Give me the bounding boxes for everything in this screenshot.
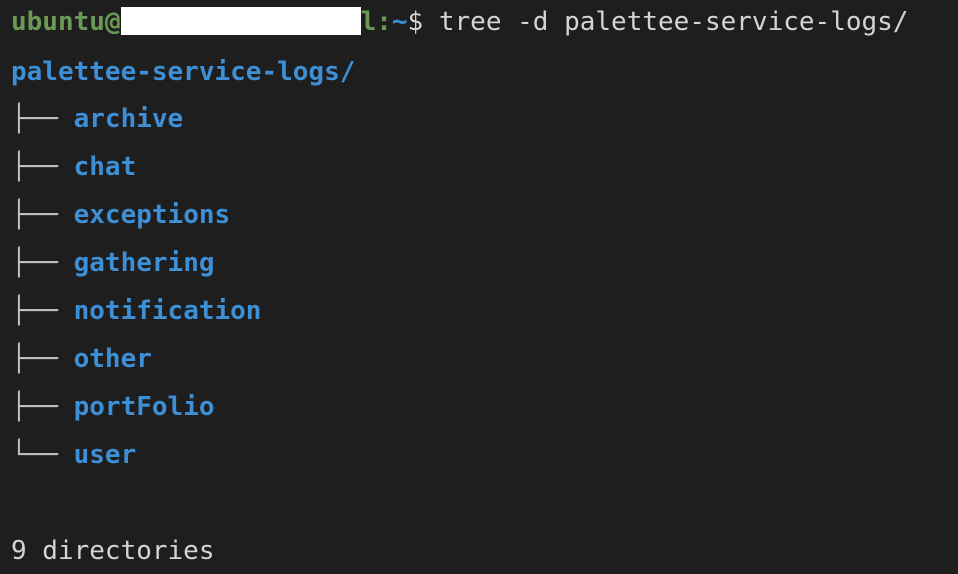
- directory-name: other: [73, 344, 152, 374]
- tree-entry: ├── gathering: [11, 247, 215, 279]
- tree-entry: ├── exceptions: [11, 199, 230, 231]
- directory-name: portFolio: [73, 392, 215, 422]
- tree-branch: ├──: [11, 344, 74, 374]
- tree-branch: ├──: [11, 104, 74, 134]
- tree-entry: ├── notification: [11, 295, 261, 327]
- tree-entry: ├── archive: [11, 103, 183, 135]
- prompt-separator: :: [376, 7, 392, 37]
- tree-branch: ├──: [11, 296, 74, 326]
- command-text: tree -d palettee-service-logs/: [438, 7, 909, 37]
- tree-branch: ├──: [11, 392, 74, 422]
- prompt-line: ubuntu@ l:~$ tree -d palettee-service-log…: [11, 6, 908, 38]
- directory-name: user: [73, 440, 137, 470]
- prompt-host-tail: l: [360, 7, 377, 37]
- tree-entry: ├── other: [11, 343, 152, 375]
- prompt-path: ~: [391, 7, 408, 37]
- tree-entry: ├── chat: [11, 151, 136, 183]
- tree-branch: └──: [11, 440, 74, 470]
- directory-name: archive: [73, 104, 184, 134]
- summary-text: 9 directories: [11, 536, 215, 566]
- tree-entry: ├── portFolio: [11, 391, 215, 423]
- directory-name: chat: [73, 152, 137, 182]
- tree-branch: ├──: [11, 248, 74, 278]
- redacted-hostname: [120, 6, 361, 35]
- tree-branch: ├──: [11, 152, 74, 182]
- prompt-user: ubuntu@: [11, 7, 121, 37]
- tree-branch: ├──: [11, 200, 74, 230]
- directory-name: gathering: [73, 248, 215, 278]
- terminal-window[interactable]: ubuntu@ l:~$ tree -d palettee-service-log…: [0, 0, 958, 574]
- directory-name: exceptions: [73, 200, 231, 230]
- prompt-dollar: $: [407, 7, 424, 37]
- directory-name: notification: [73, 296, 262, 326]
- tree-root: palettee-service-logs/: [11, 57, 356, 87]
- tree-entry: └── user: [11, 439, 136, 471]
